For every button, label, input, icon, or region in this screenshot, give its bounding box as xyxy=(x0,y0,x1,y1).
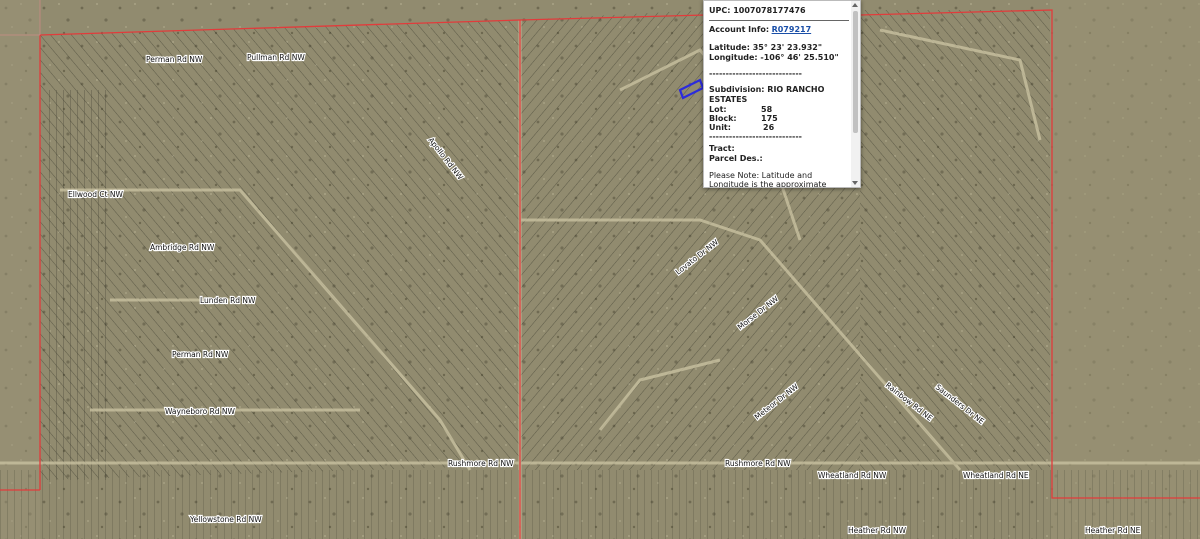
dash-divider: ---------------------------- xyxy=(709,69,802,78)
parcel-map[interactable]: Perman Rd NW Pullman Rd NW Ellwood Ct NW… xyxy=(0,0,1200,539)
road-label: Ellwood Ct NW xyxy=(68,190,124,199)
account-info-label: Account Info: xyxy=(709,25,770,34)
scroll-thumb[interactable] xyxy=(853,11,858,133)
road-label: Yellowstone Rd NW xyxy=(189,515,262,524)
road-label: Ambridge Rd NW xyxy=(150,243,215,252)
road-label: Wheatland Rd NW xyxy=(818,471,887,480)
road-label: Pullman Rd NW xyxy=(247,53,305,62)
lat-long-note: Please Note: Latitude and Longitude is t… xyxy=(709,171,827,188)
lot-label: Lot: xyxy=(709,105,727,114)
lot-block-unit: Lot: 58 Block: 175 Unit: 26 xyxy=(709,105,849,132)
lot-value: 58 xyxy=(761,105,773,114)
tract-text: Tract: xyxy=(709,144,735,153)
road-label: Perman Rd NW xyxy=(172,350,229,359)
scroll-down-icon[interactable] xyxy=(852,181,858,185)
latitude-text: Latitude: 35° 23' 23.932" xyxy=(709,43,823,52)
upc-text: UPC: 1007078177476 xyxy=(709,6,806,15)
parcel-des-text: Parcel Des.: xyxy=(709,154,763,163)
dash-divider: ---------------------------- xyxy=(709,132,802,141)
road-label: Heather Rd NW xyxy=(848,526,907,535)
subdivision-text: Subdivision: RIO RANCHO ESTATES xyxy=(709,85,825,104)
parcel-info-popup[interactable]: UPC: 1007078177476 Account Info: R079217… xyxy=(703,0,861,188)
road-label: Wayneboro Rd NW xyxy=(165,407,236,416)
block-label: Block: xyxy=(709,114,737,123)
unit-label: Unit: xyxy=(709,123,731,132)
road-label: Rushmore Rd NW xyxy=(448,459,514,468)
popup-divider-rule xyxy=(709,20,849,21)
popup-content: UPC: 1007078177476 Account Info: R079217… xyxy=(709,6,849,188)
road-label: Heather Rd NE xyxy=(1085,526,1141,535)
terrain-west-hills xyxy=(0,0,40,539)
road-label: Perman Rd NW xyxy=(146,55,203,64)
parcel-blocks xyxy=(0,10,1200,539)
account-info-row: Account Info: R079217 xyxy=(709,25,849,35)
popup-scrollbar[interactable] xyxy=(851,1,860,187)
scroll-up-icon[interactable] xyxy=(852,3,858,7)
block-value: 175 xyxy=(761,114,778,123)
terrain-east-hills xyxy=(1050,0,1200,539)
unit-value: 26 xyxy=(763,123,775,132)
road-label: Wheatland Rd NE xyxy=(963,471,1029,480)
longitude-text: Longitude: -106° 46' 25.510" xyxy=(709,53,839,62)
account-info-link[interactable]: R079217 xyxy=(772,25,812,34)
road-label: Rushmore Rd NW xyxy=(725,459,791,468)
road-label: Lunden Rd NW xyxy=(200,296,256,305)
